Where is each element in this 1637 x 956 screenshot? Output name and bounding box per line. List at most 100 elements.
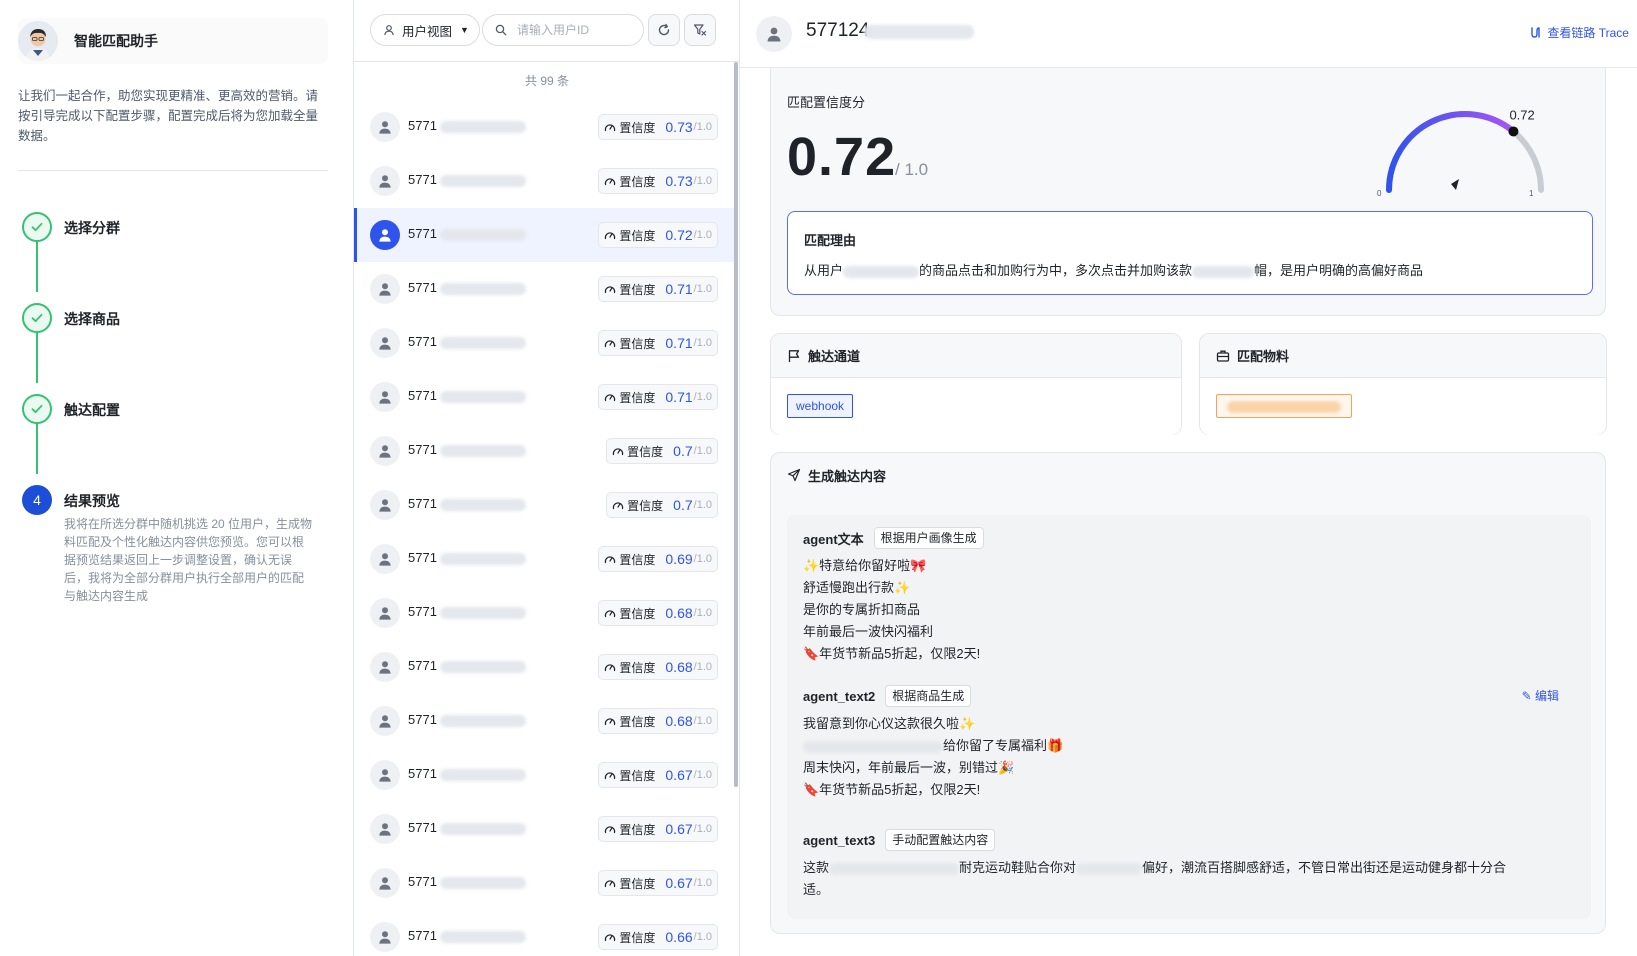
redacted-text xyxy=(864,25,974,39)
content-line: 我留意到你心仪这款很久啦✨ xyxy=(803,716,976,731)
generated-content-card: 生成触达内容 agent文本 根据用户画像生成 ✨特意给你留好啦🎀 舒适慢跑出行… xyxy=(770,452,1606,934)
score-max: /1.0 xyxy=(693,391,712,403)
view-select[interactable]: 用户视图 ▼ xyxy=(370,14,480,46)
step-label: 选择商品 xyxy=(64,311,120,327)
confidence-badge: 置信度 0.68/1.0 xyxy=(598,600,718,626)
gauge-icon xyxy=(605,178,616,186)
reason-segment: 帽，是用户明确的高偏好商品 xyxy=(1254,263,1424,278)
confidence-card: 匹配置信度分 0.72 / 1.0 0.72 0 1 匹配理由 从用户 的商品点… xyxy=(770,68,1606,316)
user-id: 5771 xyxy=(408,280,437,295)
user-row[interactable]: 5771 置信度 0.73/1.0 xyxy=(354,154,734,208)
confidence-gauge: 0.72 0 1 xyxy=(1377,107,1544,198)
user-id: 5771 xyxy=(408,388,437,403)
user-row[interactable]: 5771 置信度 0.67/1.0 xyxy=(354,802,734,856)
generated-content-body: agent文本 根据用户画像生成 ✨特意给你留好啦🎀 舒适慢跑出行款✨ 是你的专… xyxy=(787,515,1591,919)
check-icon xyxy=(22,212,52,242)
score-max: /1.0 xyxy=(693,229,712,241)
user-id: 5771 xyxy=(408,712,437,727)
redacted-text xyxy=(440,391,526,403)
user-id: 5771 xyxy=(408,658,437,673)
material-tag[interactable] xyxy=(1216,394,1352,418)
redacted-text xyxy=(440,553,526,565)
user-id: 5771 xyxy=(408,496,437,511)
score-max: /1.0 xyxy=(693,553,712,565)
user-icon xyxy=(384,25,394,36)
reason-title: 匹配理由 xyxy=(804,233,857,248)
redacted-text xyxy=(440,175,526,187)
redacted-text xyxy=(1076,862,1143,875)
score-max: /1.0 xyxy=(693,121,712,133)
step-number: 4 xyxy=(22,485,52,515)
confidence-badge: 置信度 0.66/1.0 xyxy=(598,924,718,950)
channel-title: 触达通道 xyxy=(808,349,861,364)
user-row[interactable]: 5771 置信度 0.71/1.0 xyxy=(354,370,734,424)
view-trace-link[interactable]: 查看链路 Trace xyxy=(1529,24,1629,41)
confidence-badge: 置信度 0.7/1.0 xyxy=(606,438,718,464)
gauge-pointer-icon xyxy=(1451,179,1459,190)
score-max: /1.0 xyxy=(693,283,712,295)
user-row[interactable]: 5771 置信度 0.67/1.0 xyxy=(354,748,734,802)
content-line: 是你的专属折扣商品 xyxy=(803,602,921,617)
user-row[interactable]: 5771 置信度 0.69/1.0 xyxy=(354,532,734,586)
redacted-text xyxy=(803,740,943,753)
generated-content-title: 生成触达内容 xyxy=(808,468,887,484)
score-max: /1.0 xyxy=(693,715,712,727)
user-row[interactable]: 5771 置信度 0.73/1.0 xyxy=(354,100,734,154)
user-row[interactable]: 5771 置信度 0.7/1.0 xyxy=(354,424,734,478)
gauge-icon xyxy=(605,286,616,294)
channel-card-body: webhook xyxy=(771,378,1181,435)
list-scrollbar[interactable] xyxy=(734,62,738,787)
content-line: 🔖年货节新品5折起，仅限2天! xyxy=(803,646,981,661)
confidence-badge: 置信度 0.67/1.0 xyxy=(598,870,718,896)
confidence-badge: 置信度 0.67/1.0 xyxy=(598,762,718,788)
gauge-icon xyxy=(613,502,624,510)
search-box[interactable] xyxy=(482,14,644,46)
user-row[interactable]: 5771 置信度 0.66/1.0 xyxy=(354,910,734,956)
user-avatar-icon xyxy=(370,112,400,142)
redacted-text xyxy=(1227,401,1341,413)
filter-clear-button[interactable] xyxy=(684,14,716,46)
app-root: 智能匹配助手 让我们一起合作，助您实现更精准、更高效的营销。请按引导完成以下配置… xyxy=(0,0,1637,956)
edit-button[interactable]: ✎ 编辑 xyxy=(1522,687,1559,704)
score-label: 置信度 xyxy=(619,930,656,945)
refresh-button[interactable] xyxy=(648,14,680,46)
assistant-avatar xyxy=(18,21,58,61)
score-value: 0.7 xyxy=(673,443,693,459)
score-label: 置信度 xyxy=(619,228,656,243)
user-id: 5771 xyxy=(408,874,437,889)
content-line: ✨特意给你留好啦🎀 xyxy=(803,558,927,573)
user-avatar-icon xyxy=(370,760,400,790)
user-avatar xyxy=(756,16,792,52)
user-row[interactable]: 5771 置信度 0.71/1.0 xyxy=(354,262,734,316)
gauge-icon xyxy=(605,664,616,672)
step-label: 选择分群 xyxy=(64,220,120,236)
user-row[interactable]: 5771 置信度 0.68/1.0 xyxy=(354,640,734,694)
confidence-badge: 置信度 0.71/1.0 xyxy=(598,384,718,410)
score-max: /1.0 xyxy=(693,499,712,511)
channel-tag-webhook[interactable]: webhook xyxy=(787,394,854,418)
agent-name: agent_text3 xyxy=(803,832,876,848)
user-row[interactable]: 5771 置信度 0.68/1.0 xyxy=(354,586,734,640)
user-id: 5771 xyxy=(408,550,437,565)
material-card: 匹配物料 xyxy=(1199,333,1607,435)
agent-content: ✨特意给你留好啦🎀 舒适慢跑出行款✨ 是你的专属折扣商品 年前最后一波快闪福利 … xyxy=(803,555,1573,665)
user-row[interactable]: 5771 置信度 0.71/1.0 xyxy=(354,316,734,370)
confidence-title: 匹配置信度分 xyxy=(787,95,866,110)
score-value: 0.72 xyxy=(665,227,693,243)
user-row[interactable]: 5771 置信度 0.7/1.0 xyxy=(354,478,734,532)
gauge-fill xyxy=(1386,111,1517,193)
user-row[interactable]: 5771 置信度 0.68/1.0 xyxy=(354,694,734,748)
confidence-badge: 置信度 0.73/1.0 xyxy=(598,168,718,194)
user-row[interactable]: 5771 置信度 0.72/1.0 xyxy=(354,208,734,262)
gauge-max-label: 1 xyxy=(1529,189,1534,198)
gauge-icon xyxy=(605,610,616,618)
score-value: 0.67 xyxy=(665,821,693,837)
score-max: /1.0 xyxy=(693,769,712,781)
search-input[interactable] xyxy=(517,23,627,37)
step-description: 我将在所选分群中随机挑选 20 位用户，生成物料匹配及个性化触达内容供您预览。您… xyxy=(64,517,313,603)
user-id: 5771 xyxy=(408,226,437,241)
guide-panel: 智能匹配助手 让我们一起合作，助您实现更精准、更高效的营销。请按引导完成以下配置… xyxy=(0,0,354,956)
score-value: 0.67 xyxy=(665,767,693,783)
user-row[interactable]: 5771 置信度 0.67/1.0 xyxy=(354,856,734,910)
score-label: 置信度 xyxy=(619,822,656,837)
